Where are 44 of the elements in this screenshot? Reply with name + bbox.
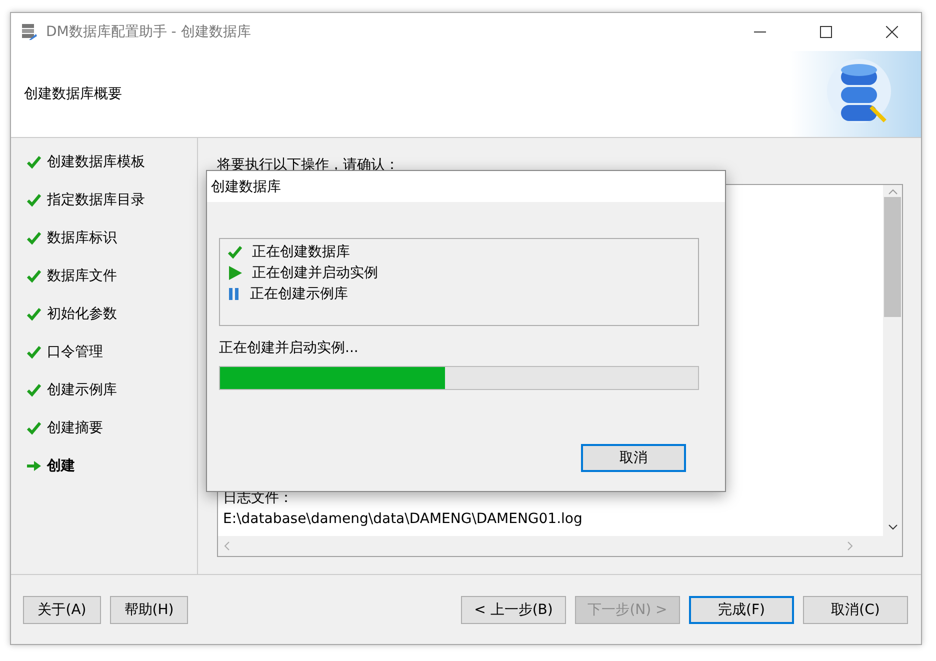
check-icon <box>27 155 41 169</box>
horizontal-scrollbar[interactable] <box>218 536 883 556</box>
check-icon <box>27 193 41 207</box>
wizard-step: 创建示例库 <box>27 380 197 400</box>
vertical-scrollbar[interactable] <box>883 185 902 556</box>
check-icon <box>27 269 41 283</box>
wizard-button[interactable]: 帮助(H) <box>110 596 188 624</box>
check-icon <box>27 307 41 321</box>
pause-icon <box>228 287 240 301</box>
wizard-step: 创建数据库模板 <box>27 152 197 172</box>
scroll-down-icon[interactable] <box>888 524 898 530</box>
task-label: 正在创建示例库 <box>250 285 348 303</box>
check-icon <box>228 245 242 259</box>
task-label: 正在创建数据库 <box>252 243 350 261</box>
check-icon <box>27 421 41 435</box>
app-icon <box>20 23 38 41</box>
wizard-step: 初始化参数 <box>27 304 197 324</box>
task-label: 正在创建并启动实例 <box>252 264 378 282</box>
scroll-up-icon[interactable] <box>888 189 898 195</box>
check-icon <box>27 231 41 245</box>
close-icon[interactable] <box>886 26 898 38</box>
wizard-button[interactable]: < 上一步(B) <box>461 596 566 624</box>
wizard-step: 指定数据库目录 <box>27 190 197 210</box>
scroll-left-icon[interactable] <box>224 541 230 551</box>
cancel-button[interactable]: 取消 <box>581 444 686 472</box>
wizard-button[interactable]: 完成(F) <box>689 596 794 624</box>
wizard-step: 创建摘要 <box>27 418 197 438</box>
wizard-button[interactable]: 关于(A) <box>23 596 101 624</box>
scroll-right-icon[interactable] <box>847 541 853 551</box>
check-icon <box>27 383 41 397</box>
progress-status: 正在创建并启动实例... <box>219 339 360 357</box>
arrow-icon <box>27 460 41 472</box>
dialog-title: 创建数据库 <box>211 178 281 196</box>
play-icon <box>228 266 242 280</box>
page-title: 创建数据库概要 <box>23 85 123 103</box>
wizard-button[interactable]: 取消(C) <box>803 596 908 624</box>
wizard-step: 口令管理 <box>27 342 197 362</box>
wizard-step: 创建 <box>27 456 197 476</box>
window-title: DM数据库配置助手 - 创建数据库 <box>46 23 252 41</box>
log-path: E:\database\dameng\data\DAMENG\DAMENG01.log <box>223 510 584 529</box>
wizard-step: 数据库标识 <box>27 228 197 248</box>
check-icon <box>27 345 41 359</box>
maximize-icon[interactable] <box>820 26 832 38</box>
wizard-step: 数据库文件 <box>27 266 197 286</box>
